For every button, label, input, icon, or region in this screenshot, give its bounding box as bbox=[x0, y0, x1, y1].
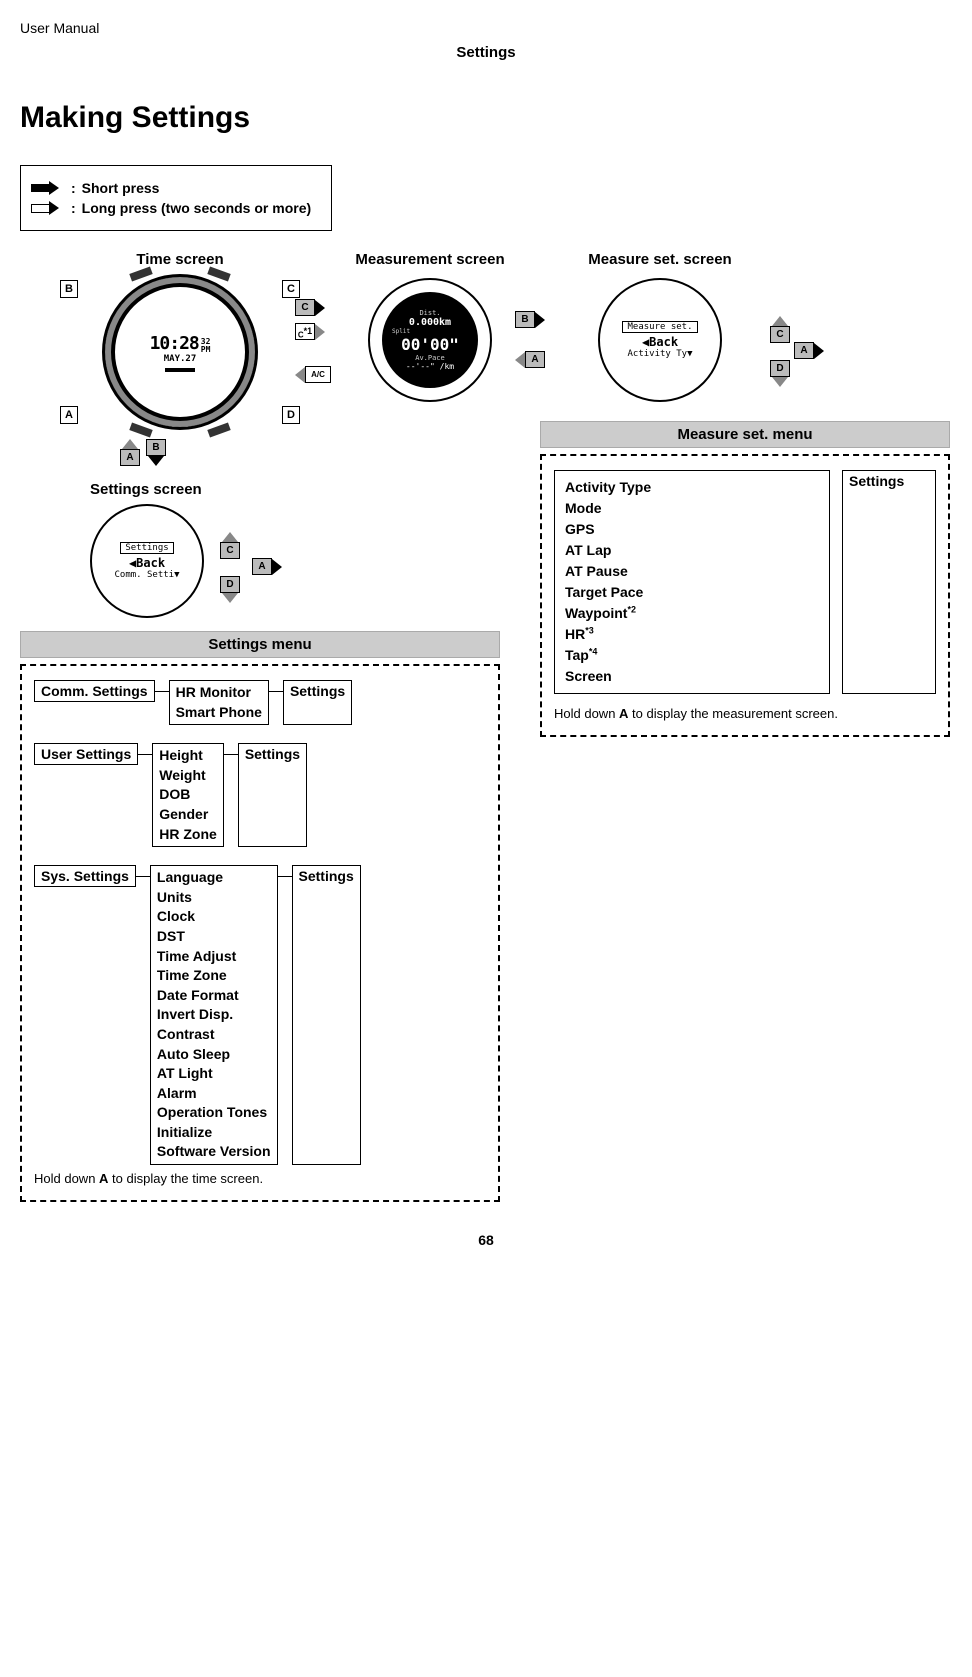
page-title: Making Settings bbox=[20, 101, 952, 135]
measure-set-screen-block: Measure set. screen Measure set. ◀Back A… bbox=[570, 251, 750, 402]
user-settings-sub: Settings bbox=[238, 743, 307, 847]
sys-settings-label: Sys. Settings bbox=[34, 865, 136, 887]
nav-c-up-settings: C bbox=[220, 532, 240, 559]
key-d-label: D bbox=[282, 406, 300, 424]
settings-menu-title: Settings menu bbox=[20, 631, 500, 658]
nav-c-arrow: C bbox=[295, 299, 325, 316]
settings-hold-note: Hold down A to display the time screen. bbox=[34, 1171, 486, 1186]
settings-screen-label: Settings screen bbox=[90, 481, 300, 498]
measurement-screen-label: Measurement screen bbox=[350, 251, 510, 268]
sys-settings-sub: Settings bbox=[292, 865, 361, 1165]
nav-b-arrow: B bbox=[515, 311, 545, 328]
legend-short-label: Short press bbox=[82, 180, 160, 196]
comm-settings-items: HR Monitor Smart Phone bbox=[169, 680, 269, 725]
user-settings-row: User Settings Height Weight DOB Gender H… bbox=[34, 743, 486, 847]
short-press-arrow-icon bbox=[31, 181, 61, 195]
header-manual: User Manual bbox=[20, 20, 952, 36]
measure-hold-note: Hold down A to display the measurement s… bbox=[554, 706, 936, 721]
sys-settings-items: Language Units Clock DST Time Adjust Tim… bbox=[150, 865, 278, 1165]
page-number: 68 bbox=[20, 1232, 952, 1248]
sys-settings-row: Sys. Settings Language Units Clock DST T… bbox=[34, 865, 486, 1165]
nav-a-right-arrow: A bbox=[794, 342, 824, 359]
settings-screen-block: Settings screen Settings ◀Back Comm. Set… bbox=[80, 481, 300, 618]
nav-cstar-arrow: C*1 bbox=[295, 323, 325, 340]
long-press-arrow-icon bbox=[31, 201, 61, 215]
key-b-label: B bbox=[60, 280, 78, 298]
nav-vertical-ab: A B bbox=[120, 439, 166, 466]
settings-menu-box: Comm. Settings HR Monitor Smart Phone Se… bbox=[20, 664, 500, 1202]
user-settings-label: User Settings bbox=[34, 743, 138, 765]
key-c-label: C bbox=[282, 280, 300, 298]
nav-a-right-settings: A bbox=[252, 558, 282, 575]
settings-watch-face-icon: Settings ◀Back Comm. Setti▼ bbox=[90, 504, 204, 618]
nav-d-down-settings: D bbox=[220, 576, 240, 603]
measurement-watch-face-icon: Dist. 0.000km Split 00'00" Av.Pace --'--… bbox=[368, 278, 492, 402]
measurement-screen-block: Measurement screen Dist. 0.000km Split 0… bbox=[350, 251, 510, 402]
nav-d-down-arrow: D bbox=[770, 360, 790, 387]
measure-set-screen-label: Measure set. screen bbox=[570, 251, 750, 268]
nav-c-up-arrow: C bbox=[770, 316, 790, 343]
time-screen-block: Time screen 10:28 32PM MAY.27 B C A D bbox=[80, 251, 280, 430]
user-settings-items: Height Weight DOB Gender HR Zone bbox=[152, 743, 224, 847]
navigation-diagram: Time screen 10:28 32PM MAY.27 B C A D C bbox=[20, 251, 952, 631]
comm-settings-row: Comm. Settings HR Monitor Smart Phone Se… bbox=[34, 680, 486, 725]
watch-date: MAY.27 bbox=[164, 354, 197, 364]
comm-settings-sub: Settings bbox=[283, 680, 352, 725]
key-a-label: A bbox=[60, 406, 78, 424]
measure-set-watch-face-icon: Measure set. ◀Back Activity Ty▼ bbox=[598, 278, 722, 402]
time-watch-face-icon: 10:28 32PM MAY.27 bbox=[102, 274, 258, 430]
header-section: Settings bbox=[20, 44, 952, 61]
time-screen-label: Time screen bbox=[80, 251, 280, 268]
comm-settings-label: Comm. Settings bbox=[34, 680, 155, 702]
legend-long-label: Long press (two seconds or more) bbox=[82, 200, 311, 216]
watch-time: 10:28 bbox=[150, 333, 199, 354]
legend-box: : Short press : Long press (two seconds … bbox=[20, 165, 332, 231]
nav-a-back-arrow: A bbox=[515, 351, 545, 368]
nav-ac-arrow: A/C bbox=[295, 366, 331, 383]
